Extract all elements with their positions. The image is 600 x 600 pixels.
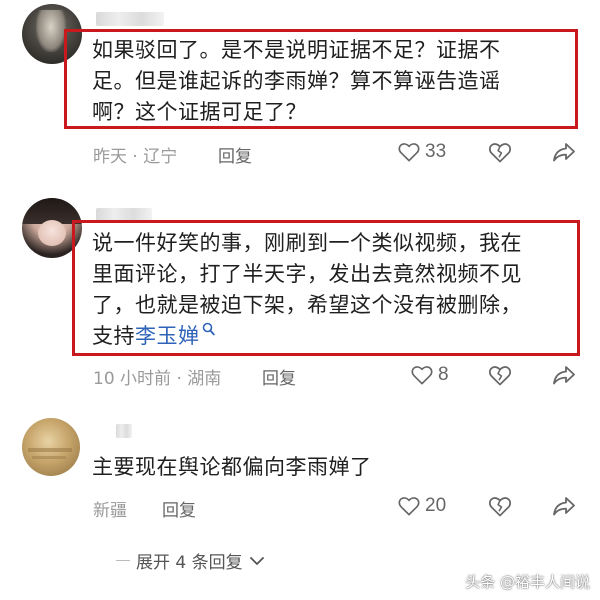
comment-text-line: 足。但是谁起诉的李雨婵？算不算诬告造谣	[92, 69, 501, 93]
reply-button[interactable]: 回复	[218, 142, 252, 167]
watermark: 头条 @裕丰人间说	[465, 573, 590, 591]
comment-text-line: 里面评论，打了半天字，发出去竟然视频不见	[92, 262, 522, 286]
chevron-down-icon[interactable]	[249, 555, 265, 567]
username-blurred[interactable]	[116, 424, 132, 438]
like-count: 8	[438, 364, 449, 385]
heart-icon	[398, 497, 420, 516]
share-button[interactable]	[552, 365, 576, 390]
like-button[interactable]: 8	[411, 364, 449, 386]
comment-text-line: 了，也就是被迫下架，希望这个没有被删除，	[92, 293, 522, 317]
comment-text-line: 支持李玉婵	[92, 321, 522, 352]
share-icon	[553, 366, 575, 385]
comment-text-prefix: 支持	[92, 324, 135, 348]
search-icon[interactable]	[202, 322, 215, 336]
like-button[interactable]: 20	[398, 495, 446, 517]
expand-divider	[116, 560, 130, 561]
dislike-heart-icon	[488, 366, 512, 386]
share-button[interactable]	[552, 142, 576, 167]
heart-icon	[411, 366, 433, 385]
share-icon	[553, 497, 575, 516]
reply-button[interactable]: 回复	[262, 364, 296, 389]
expand-replies-label[interactable]: 展开 4 条回复	[136, 548, 243, 573]
comment-text: 说一件好笑的事，刚刷到一个类似视频，我在 里面评论，打了半天字，发出去竟然视频不…	[92, 228, 522, 352]
dislike-button[interactable]	[488, 365, 512, 390]
dislike-heart-icon	[488, 497, 512, 517]
search-link[interactable]: 李玉婵	[135, 324, 200, 348]
reply-button[interactable]: 回复	[162, 496, 196, 521]
comment-text-line: 说一件好笑的事，刚刷到一个类似视频，我在	[92, 231, 522, 255]
comment-text: 主要现在舆论都偏向李雨婵了	[92, 452, 372, 483]
comment-time-location: 新疆	[93, 501, 127, 521]
username-blurred[interactable]	[96, 12, 164, 26]
share-button[interactable]	[552, 496, 576, 521]
comment-time-location: 昨天 · 辽宁	[93, 147, 178, 167]
dislike-heart-icon	[488, 143, 512, 163]
avatar[interactable]	[22, 418, 80, 476]
like-count: 20	[425, 495, 447, 516]
like-count: 33	[425, 141, 447, 162]
expand-replies[interactable]: 展开 4 条回复	[116, 548, 265, 573]
comment-text-line: 主要现在舆论都偏向李雨婵了	[92, 455, 372, 479]
comment-text: 如果驳回了。是不是说明证据不足？证据不 足。但是谁起诉的李雨婵？算不算诬告造谣 …	[92, 35, 501, 128]
comment-text-line: 如果驳回了。是不是说明证据不足？证据不	[92, 38, 501, 62]
like-button[interactable]: 33	[398, 141, 446, 163]
comment-text-line: 啊？这个证据可足了？	[92, 100, 307, 124]
share-icon	[553, 143, 575, 162]
heart-icon	[398, 143, 420, 162]
comment-time-location: 10 小时前 · 湖南	[93, 369, 222, 389]
dislike-button[interactable]	[488, 142, 512, 167]
dislike-button[interactable]	[488, 496, 512, 521]
